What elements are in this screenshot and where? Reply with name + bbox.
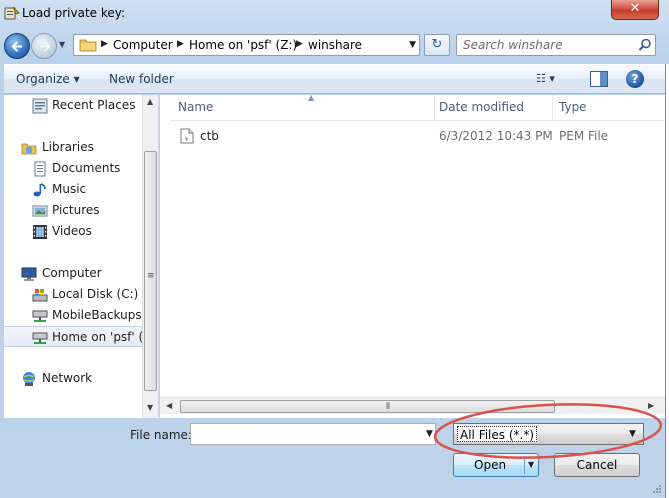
back-arrow-icon xyxy=(11,41,22,52)
scroll-left-icon[interactable]: ◀ xyxy=(166,401,172,410)
file-name-label: File name: xyxy=(130,428,192,442)
recent-places-icon xyxy=(32,98,48,114)
forward-button[interactable] xyxy=(31,33,57,59)
split-divider xyxy=(524,456,525,474)
breadcrumb-winshare[interactable]: winshare xyxy=(308,38,362,52)
folder-icon xyxy=(79,39,97,52)
nav-item-label: Videos xyxy=(52,224,92,238)
pem-file-icon xyxy=(180,128,194,144)
nav-item-label: Documents xyxy=(52,161,121,175)
change-view-button[interactable]: ☷ ▾ xyxy=(536,72,572,88)
resize-grip-icon[interactable] xyxy=(650,482,662,494)
scroll-up-icon[interactable]: ▲ xyxy=(147,97,153,106)
nav-item-label: MobileBackups c xyxy=(52,308,153,322)
dialog-window: Load private key: ✕ ▼ ▶ Computer ▶ Home … xyxy=(0,0,669,498)
command-bar: Organize ▾ New folder ☷ ▾ ? xyxy=(4,64,665,94)
nav-item-network[interactable]: Network xyxy=(4,368,144,389)
nav-item-local-disk[interactable]: Local Disk (C:) xyxy=(4,284,144,305)
scroll-grip-icon: ⦀ xyxy=(386,402,390,412)
scroll-down-icon[interactable]: ▼ xyxy=(147,403,153,412)
cancel-button[interactable]: Cancel xyxy=(554,453,640,477)
navigation-pane: Recent Places Libraries Documents Music … xyxy=(4,95,159,418)
breadcrumb-arrow-icon[interactable]: ▶ xyxy=(177,39,184,49)
nav-item-label: Recent Places xyxy=(52,98,136,112)
nav-item-label: Home on 'psf' (Z xyxy=(52,330,152,344)
open-options-chevron-icon[interactable]: ▼ xyxy=(528,460,534,469)
horizontal-scroll-thumb[interactable]: ⦀ xyxy=(180,400,555,413)
nav-item-mobilebackups[interactable]: MobileBackups c xyxy=(4,305,152,326)
libraries-icon xyxy=(21,143,37,155)
close-button[interactable]: ✕ xyxy=(611,0,659,20)
column-divider[interactable] xyxy=(552,95,553,121)
search-box xyxy=(456,34,656,56)
local-disk-icon xyxy=(32,289,48,302)
organize-button[interactable]: Organize ▾ xyxy=(16,72,80,86)
scroll-right-icon[interactable]: ▶ xyxy=(648,401,654,410)
new-folder-button[interactable]: New folder xyxy=(109,72,174,86)
nav-item-label: Pictures xyxy=(52,203,100,217)
horizontal-scrollbar[interactable]: ◀ ⦀ ▶ xyxy=(160,397,665,414)
music-icon xyxy=(33,183,46,197)
open-button[interactable]: Open ▼ xyxy=(453,453,539,477)
key-app-icon xyxy=(4,6,20,20)
help-button[interactable]: ? xyxy=(626,70,644,88)
sort-ascending-icon: ▲ xyxy=(308,95,315,102)
chevron-down-icon: ▼ xyxy=(629,429,636,439)
file-name-dropdown-icon[interactable]: ▼ xyxy=(426,429,433,439)
nav-item-libraries[interactable]: Libraries xyxy=(4,137,144,158)
file-row[interactable]: ctb 6/3/2012 10:43 PM PEM File xyxy=(170,125,665,147)
file-name: ctb xyxy=(200,129,219,143)
search-input[interactable] xyxy=(457,35,635,55)
column-divider[interactable] xyxy=(434,95,435,121)
nav-item-label: Local Disk (C:) xyxy=(52,287,139,301)
breadcrumb-arrow-icon[interactable]: ▶ xyxy=(101,39,108,49)
pictures-icon xyxy=(32,205,48,217)
preview-pane-icon[interactable] xyxy=(590,71,608,87)
nav-item-videos[interactable]: Videos xyxy=(4,221,144,242)
title-bar: Load private key: ✕ xyxy=(0,0,669,30)
back-button[interactable] xyxy=(4,33,30,59)
nav-item-music[interactable]: Music xyxy=(4,179,144,200)
breadcrumb-computer[interactable]: Computer xyxy=(113,38,173,52)
column-type[interactable]: Type xyxy=(559,100,587,114)
forward-arrow-icon xyxy=(40,41,51,52)
nav-item-label: Network xyxy=(42,371,93,385)
file-type-value: All Files (*.*) xyxy=(457,426,538,442)
nav-item-recent-places[interactable]: Recent Places xyxy=(4,95,144,116)
network-drive-icon xyxy=(32,310,48,322)
recent-locations-chevron-icon[interactable]: ▼ xyxy=(59,40,69,50)
computer-icon xyxy=(21,267,37,281)
file-name-input[interactable] xyxy=(190,423,436,445)
documents-icon xyxy=(34,161,46,177)
nav-item-label: Computer xyxy=(42,266,102,280)
nav-item-label: Music xyxy=(52,182,87,196)
window-edge xyxy=(665,64,669,498)
scroll-grip-icon: ≡ xyxy=(147,271,155,281)
network-drive-icon xyxy=(32,332,48,344)
refresh-button[interactable]: ↻ xyxy=(424,34,450,56)
column-header: ▲ Name Date modified Type xyxy=(170,95,665,121)
address-bar[interactable]: ▶ Computer ▶ Home on 'psf' (Z:) ▶ winsha… xyxy=(73,34,420,56)
address-dropdown-icon[interactable]: ▼ xyxy=(409,40,416,50)
file-type-select[interactable]: All Files (*.*) ▼ xyxy=(453,423,644,445)
videos-icon xyxy=(33,225,47,239)
file-date: 6/3/2012 10:43 PM xyxy=(439,129,553,143)
search-icon[interactable] xyxy=(638,38,652,52)
breadcrumb-home-psf[interactable]: Home on 'psf' (Z:) xyxy=(189,38,297,52)
file-type: PEM File xyxy=(559,129,609,143)
breadcrumb-arrow-icon[interactable]: ▶ xyxy=(296,39,303,49)
file-list: ▲ Name Date modified Type ctb 6/3/2012 1… xyxy=(160,95,665,418)
nav-item-computer[interactable]: Computer xyxy=(4,263,144,284)
nav-item-label: Libraries xyxy=(42,140,94,154)
nav-item-home-psf[interactable]: Home on 'psf' (Z xyxy=(4,326,151,347)
window-title: Load private key: xyxy=(22,6,126,20)
network-icon xyxy=(23,372,35,386)
open-button-label: Open xyxy=(474,458,507,472)
nav-item-documents[interactable]: Documents xyxy=(4,158,144,179)
column-name[interactable]: Name xyxy=(178,100,213,114)
nav-item-pictures[interactable]: Pictures xyxy=(4,200,144,221)
column-date-modified[interactable]: Date modified xyxy=(439,100,524,114)
